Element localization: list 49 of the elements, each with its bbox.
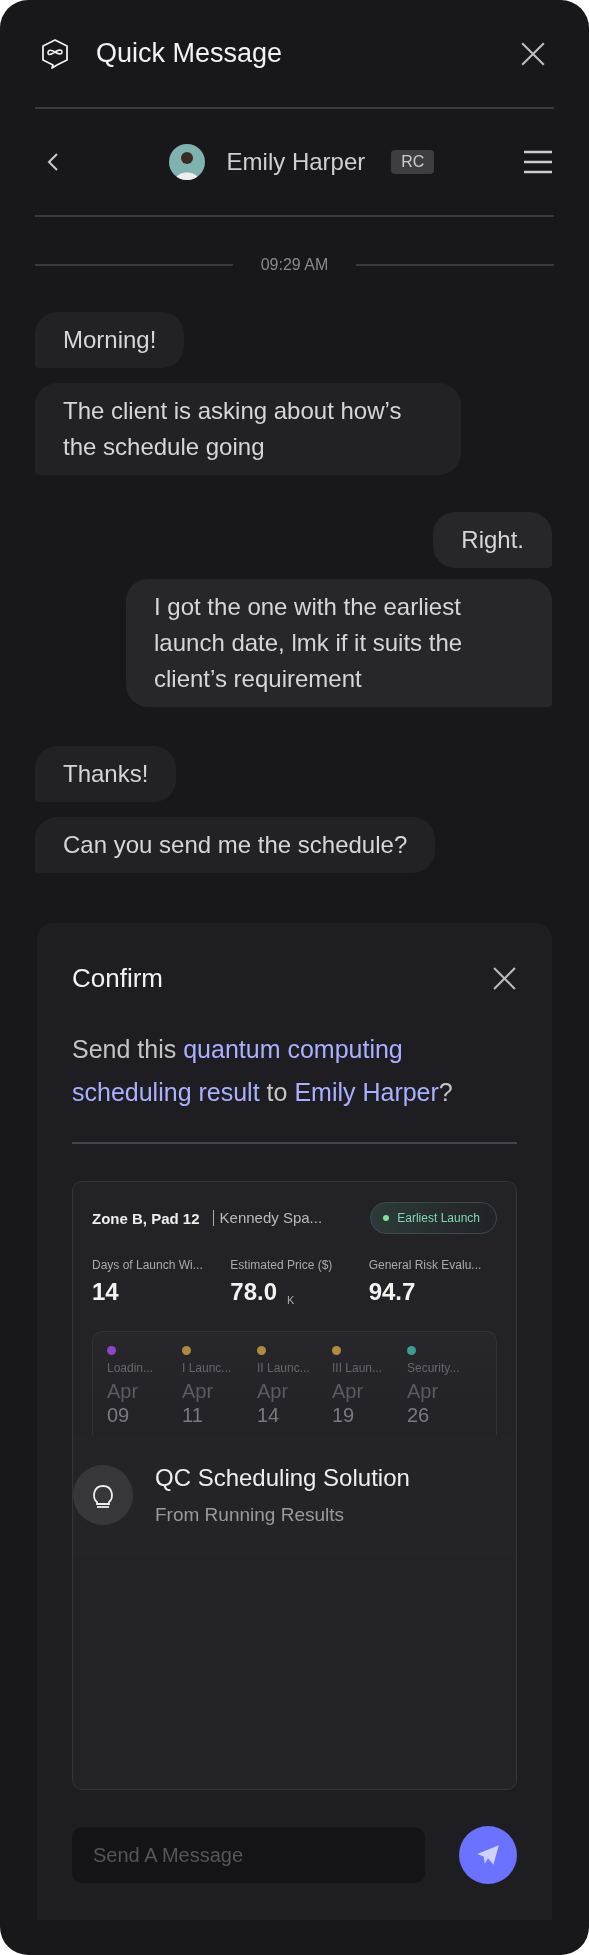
timeline-day: 14 — [257, 1403, 280, 1427]
timestamp: 09:29 AM — [260, 256, 329, 274]
timeline-label: I Launc... — [182, 1361, 232, 1375]
avatar — [168, 144, 205, 180]
contact-name: Emily Harper — [226, 148, 366, 176]
timeline-day: 19 — [332, 1403, 355, 1427]
confirm-message: Send this quantum computing scheduling result to Emily Harper? — [72, 1034, 454, 1108]
stat-label: Days of Launch Wi... — [92, 1257, 204, 1273]
site-label: Kennedy Spa... — [212, 1210, 323, 1226]
message-bubble: Can you send me the schedule? — [35, 817, 436, 873]
solution-subtitle: From Running Results — [155, 1504, 346, 1526]
close-icon[interactable] — [520, 40, 546, 67]
message-bubble: Morning! — [35, 312, 185, 368]
stat-unit: K — [287, 1294, 295, 1306]
stat-value: 94.7 — [368, 1277, 416, 1307]
confirm-title: Confirm — [72, 962, 163, 994]
timeline-month: Apr — [257, 1379, 289, 1403]
stat-value: 14 — [92, 1277, 119, 1307]
stat-value: 78.0 — [230, 1277, 278, 1307]
earliest-launch-tag: Earliest Launch — [370, 1202, 497, 1234]
timeline-label: Loadin... — [107, 1361, 154, 1375]
timeline-day: 11 — [182, 1403, 203, 1427]
lightbulb-icon — [73, 1465, 133, 1525]
send-button[interactable] — [459, 1826, 517, 1884]
solution-title: QC Scheduling Solution — [155, 1464, 410, 1492]
timeline-day: 26 — [407, 1403, 430, 1427]
message-input[interactable]: Send A Message — [72, 1827, 425, 1883]
message-bubble: I got the one with the earliest launch date, lmk if it suits the client’s requirement — [126, 579, 552, 707]
stat-label: General Risk Evalu... — [368, 1257, 483, 1273]
timeline-month: Apr — [407, 1379, 439, 1403]
close-icon[interactable] — [492, 965, 517, 991]
timeline-month: Apr — [107, 1379, 139, 1403]
zone-label: Zone B, Pad 12 — [92, 1209, 200, 1227]
timeline-month: Apr — [182, 1379, 214, 1403]
window-title: Quick Message — [96, 38, 284, 69]
timeline-label: Security... — [407, 1361, 460, 1375]
timeline-label: III Laun... — [332, 1361, 383, 1375]
contact-badge: RC — [391, 150, 435, 174]
message-bubble: Right. — [433, 512, 552, 568]
timeline-day: 09 — [107, 1403, 130, 1427]
timeline-month: Apr — [332, 1379, 364, 1403]
menu-icon[interactable] — [524, 150, 552, 174]
timeline-label: II Launc... — [257, 1361, 310, 1375]
chat-logo-icon — [40, 37, 70, 70]
message-bubble: The client is asking about how’s the schedule going — [35, 383, 461, 475]
back-icon[interactable] — [47, 152, 59, 172]
stat-label: Estimated Price ($) — [230, 1257, 334, 1273]
result-card[interactable] — [72, 1181, 517, 1790]
message-bubble: Thanks! — [35, 746, 177, 802]
